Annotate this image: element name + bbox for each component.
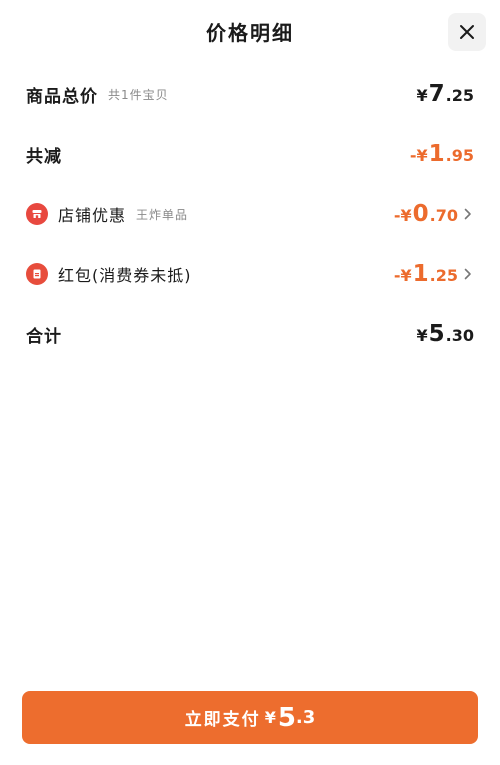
red-packet-label: 红包(消费券未抵) <box>58 266 192 285</box>
item-count-note: 共1件宝贝 <box>108 87 169 102</box>
chevron-right-icon <box>464 267 474 281</box>
shop-badge-icon <box>26 203 48 225</box>
chevron-right-icon <box>464 207 474 221</box>
total-amount: ¥5.30 <box>416 321 475 347</box>
red-packet-row[interactable]: 红包(消费券未抵) - ¥1.25 <box>26 258 474 290</box>
total-discount-label: 共减 <box>26 146 62 167</box>
subtotal-amount: ¥7.25 <box>416 81 475 107</box>
pay-currency: ¥ <box>264 708 276 727</box>
pay-amount-dec: .3 <box>295 707 316 728</box>
total-discount-row: 共减 - ¥1.95 <box>26 138 474 170</box>
total-row: 合计 ¥5.30 <box>26 318 474 350</box>
shop-discount-row[interactable]: 店铺优惠 王炸单品 - ¥0.70 <box>26 198 474 230</box>
red-packet-icon <box>26 263 48 285</box>
shop-discount-amount: - ¥0.70 <box>393 201 458 227</box>
red-packet-amount: - ¥1.25 <box>393 261 458 287</box>
total-label: 合计 <box>26 326 62 347</box>
pay-amount-int: 5 <box>277 702 296 733</box>
total-discount-amount: - ¥1.95 <box>409 141 474 167</box>
price-detail-sheet: 价格明细 商品总价 共1件宝贝 ¥7.25 共减 - ¥1.95 店铺优惠 王炸… <box>0 0 500 765</box>
pay-now-label: 立即支付 <box>184 710 261 730</box>
shop-discount-label: 店铺优惠 <box>58 206 127 225</box>
subtotal-label: 商品总价 <box>26 86 98 107</box>
shop-discount-note: 王炸单品 <box>136 207 189 222</box>
page-title: 价格明细 <box>206 21 294 45</box>
subtotal-row: 商品总价 共1件宝贝 ¥7.25 <box>26 78 474 110</box>
close-icon <box>460 25 474 39</box>
pay-now-button[interactable]: 立即支付 ¥ 5 .3 <box>22 691 478 744</box>
header: 价格明细 <box>0 0 500 64</box>
close-button[interactable] <box>448 13 486 51</box>
